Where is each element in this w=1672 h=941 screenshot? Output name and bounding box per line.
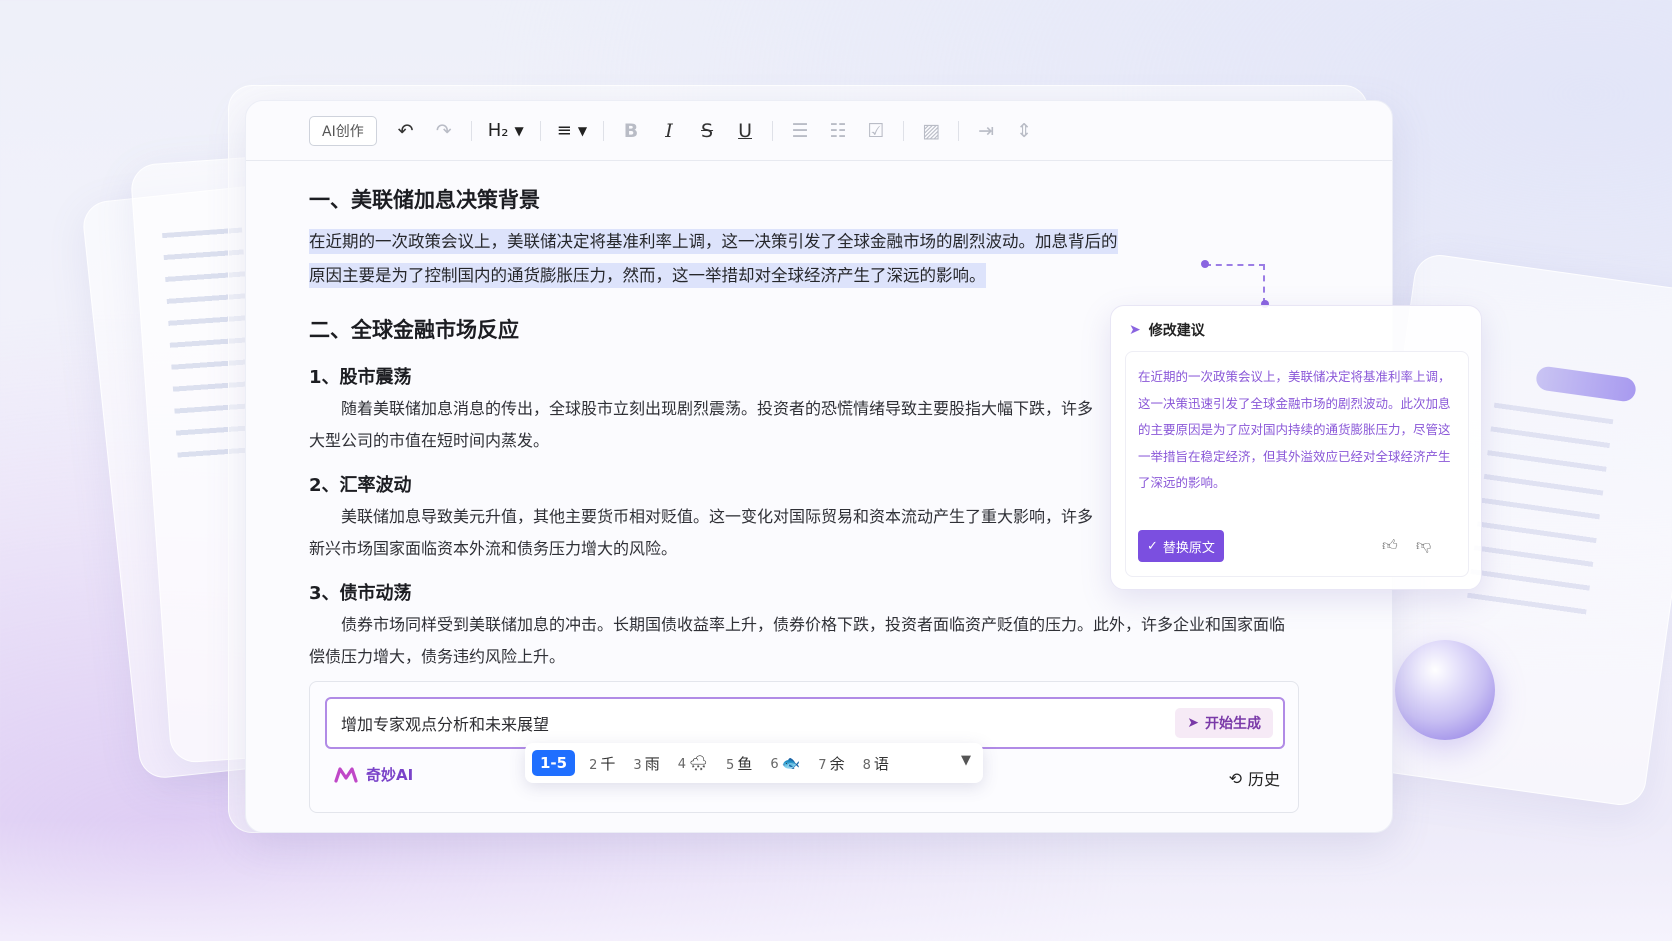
underline-icon[interactable]: U — [728, 115, 762, 147]
candidate-number: 2 — [589, 757, 598, 773]
brand-logo: 奇妙AI — [334, 764, 413, 785]
suggestion-text: 在近期的一次政策会议上，美联储决定将基准利率上调，这一决策迅速引发了全球金融市场… — [1138, 369, 1451, 490]
replace-label: 替换原文 — [1162, 540, 1215, 556]
connector-dot — [1201, 260, 1209, 268]
bold-icon[interactable]: B — [614, 115, 648, 147]
candidate-number: 4 — [677, 757, 686, 772]
candidate-text: 雨 — [644, 754, 660, 773]
candidate-text: 千 — [600, 754, 616, 773]
suggestion-title: 修改建议 — [1148, 323, 1205, 339]
undo-icon[interactable]: ↶ — [389, 115, 423, 147]
bullet-list-icon[interactable]: ☰ — [783, 115, 817, 147]
ime-candidate-bar: 1-5 2千 3雨 4 🌨 5鱼 6 🐟 7余 8语 ▼ — [525, 743, 983, 783]
suggestion-panel: ➤ 修改建议 在近期的一次政策会议上，美联储决定将基准利率上调，这一决策迅速引发… — [1110, 305, 1482, 590]
ime-candidate[interactable]: 3雨 — [633, 753, 659, 774]
history-button[interactable]: ⟲ 历史 — [1229, 766, 1280, 790]
selected-paragraph[interactable]: 在近期的一次政策会议上，美联储决定将基准利率上调，这一决策引发了全球金融市场的剧… — [309, 225, 1199, 293]
chevron-down-icon: ▼ — [577, 123, 588, 138]
redo-icon[interactable]: ↷ — [427, 115, 461, 147]
toolbar-divider — [470, 120, 472, 141]
ime-candidate[interactable]: 6 🐟 — [770, 754, 800, 772]
generate-label: 开始生成 — [1205, 716, 1261, 732]
ime-candidate[interactable]: 4 🌨 — [678, 754, 708, 772]
history-icon: ⟲ — [1228, 768, 1242, 788]
check-icon: ✓ — [1147, 538, 1158, 554]
candidate-text: 🐟 — [781, 754, 801, 772]
candidate-number: 7 — [818, 757, 827, 773]
heading-dropdown[interactable]: H₂ ▼ — [482, 115, 530, 147]
heading-1: 一、美联储加息决策背景 — [309, 188, 540, 212]
suggestion-header: ➤ 修改建议 — [1129, 320, 1205, 340]
chevron-down-icon[interactable]: ▼ — [961, 753, 971, 768]
section-text: 随着美联储加息消息的传出，全球股市立刻出现剧烈震荡。投资者的恐慌情绪导致主要股指… — [309, 399, 1094, 450]
ai-create-button[interactable]: AI创作 — [309, 115, 377, 146]
align-dropdown[interactable]: ≡ ▼ — [551, 115, 593, 147]
candidate-number: 6 — [770, 757, 779, 772]
brand-label: 奇妙AI — [366, 766, 414, 784]
brand-m-icon — [334, 766, 358, 783]
send-icon: ➤ — [1187, 715, 1199, 731]
selected-text-line: 在近期的一次政策会议上，美联储决定将基准利率上调，这一决策引发了全球金融市场的剧… — [309, 229, 1118, 254]
divider-icon[interactable]: ⇕ — [1007, 115, 1041, 147]
thumbs-up-icon[interactable]: 👍︎ — [1382, 536, 1398, 555]
generate-button[interactable]: ➤ 开始生成 — [1175, 708, 1273, 738]
checkbox-icon[interactable]: ☑ — [859, 115, 893, 147]
editor-toolbar: AI创作 ↶ ↷ H₂ ▼ ≡ ▼ B I S U ☰ ☷ ☑ ▨ ⇥ ⇕ — [246, 101, 1392, 161]
prompt-value: 增加专家观点分析和未来展望 — [341, 715, 550, 734]
candidate-text: 鱼 — [737, 754, 753, 773]
chevron-down-icon: ▼ — [514, 123, 524, 138]
decorative-orb — [1395, 640, 1495, 740]
candidate-number: 3 — [633, 757, 642, 773]
numbered-list-icon[interactable]: ☷ — [821, 115, 855, 147]
ime-candidate[interactable]: 8语 — [863, 753, 889, 774]
candidate-number: 5 — [726, 757, 735, 773]
prompt-input[interactable]: 增加专家观点分析和未来展望 ➤ 开始生成 — [325, 697, 1285, 749]
history-label: 历史 — [1247, 770, 1280, 789]
italic-icon[interactable]: I — [652, 115, 686, 147]
toolbar-divider — [603, 120, 605, 141]
candidate-number: 8 — [862, 757, 871, 773]
toolbar-divider — [958, 120, 960, 141]
image-icon[interactable]: ▨ — [914, 115, 948, 147]
selected-text-line: 原因主要是为了控制国内的通货膨胀压力，然而，这一举措却对全球经济产生了深远的影响… — [309, 263, 986, 288]
toolbar-divider — [772, 120, 774, 141]
toolbar-divider — [539, 120, 541, 141]
candidate-text: 语 — [873, 754, 889, 773]
candidate-text: 余 — [829, 754, 845, 773]
background-floor — [0, 820, 1672, 941]
heading-label: H₂ — [487, 120, 509, 141]
ime-page-selector[interactable]: 1-5 — [532, 750, 576, 776]
suggestion-connector — [1205, 264, 1265, 304]
toolbar-divider — [903, 120, 905, 141]
section-text: 美联储加息导致美元升值，其他主要货币相对贬值。这一变化对国际贸易和资本流动产生了… — [309, 507, 1094, 558]
strikethrough-icon[interactable]: S — [690, 115, 724, 147]
send-icon: ➤ — [1129, 322, 1141, 338]
align-icon: ≡ — [556, 120, 572, 141]
suggestion-body: 在近期的一次政策会议上，美联储决定将基准利率上调，这一决策迅速引发了全球金融市场… — [1125, 351, 1469, 577]
section-text: 债券市场同样受到美联储加息的冲击。长期国债收益率上升，债券价格下跌，投资者面临资… — [309, 615, 1286, 666]
ime-candidate[interactable]: 2千 — [589, 753, 615, 774]
thumbs-down-icon[interactable]: 👎︎ — [1416, 536, 1431, 555]
ime-candidate[interactable]: 5鱼 — [726, 753, 752, 774]
replace-button[interactable]: ✓ 替换原文 — [1138, 530, 1224, 562]
ime-candidate[interactable]: 7余 — [818, 753, 844, 774]
candidate-text: 🌨 — [688, 754, 709, 772]
indent-icon[interactable]: ⇥ — [969, 115, 1003, 147]
